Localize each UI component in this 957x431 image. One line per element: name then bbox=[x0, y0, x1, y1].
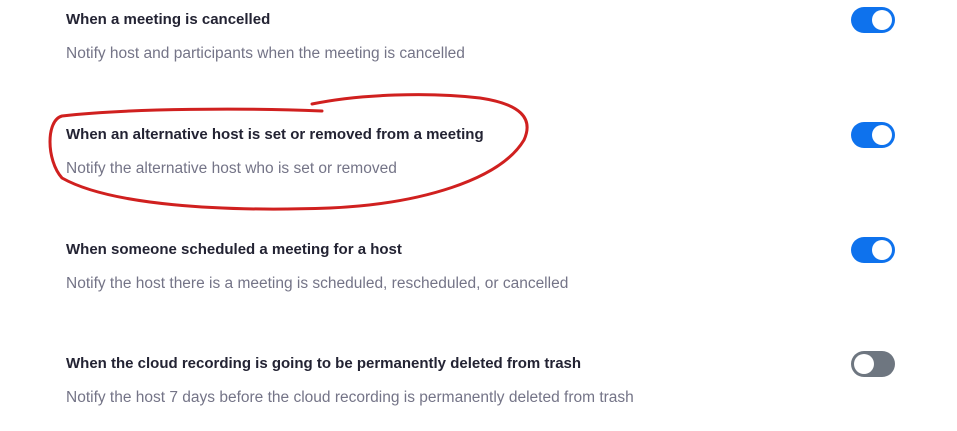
toggle-switch[interactable] bbox=[851, 122, 895, 148]
toggle-knob bbox=[872, 125, 892, 145]
setting-title: When the cloud recording is going to be … bbox=[66, 355, 582, 372]
toggle-knob bbox=[854, 354, 874, 374]
toggle-knob bbox=[872, 10, 892, 30]
setting-alternative-host: When an alternative host is set or remov… bbox=[66, 122, 906, 186]
setting-cloud-recording-deletion: When the cloud recording is going to be … bbox=[66, 351, 906, 415]
toggle-knob bbox=[872, 240, 892, 260]
setting-meeting-cancelled: When a meeting is cancelled Notify host … bbox=[66, 7, 906, 71]
email-notification-settings: When a meeting is cancelled Notify host … bbox=[0, 0, 957, 431]
setting-title: When someone scheduled a meeting for a h… bbox=[66, 241, 402, 258]
setting-title: When an alternative host is set or remov… bbox=[66, 126, 484, 143]
setting-description: Notify the host 7 days before the cloud … bbox=[66, 389, 634, 406]
setting-description: Notify the alternative host who is set o… bbox=[66, 160, 397, 177]
toggle-switch[interactable] bbox=[851, 7, 895, 33]
setting-title: When a meeting is cancelled bbox=[66, 11, 271, 28]
toggle-switch[interactable] bbox=[851, 351, 895, 377]
toggle-switch[interactable] bbox=[851, 237, 895, 263]
setting-description: Notify host and participants when the me… bbox=[66, 45, 465, 62]
setting-description: Notify the host there is a meeting is sc… bbox=[66, 275, 569, 292]
setting-scheduled-for-host: When someone scheduled a meeting for a h… bbox=[66, 237, 906, 301]
